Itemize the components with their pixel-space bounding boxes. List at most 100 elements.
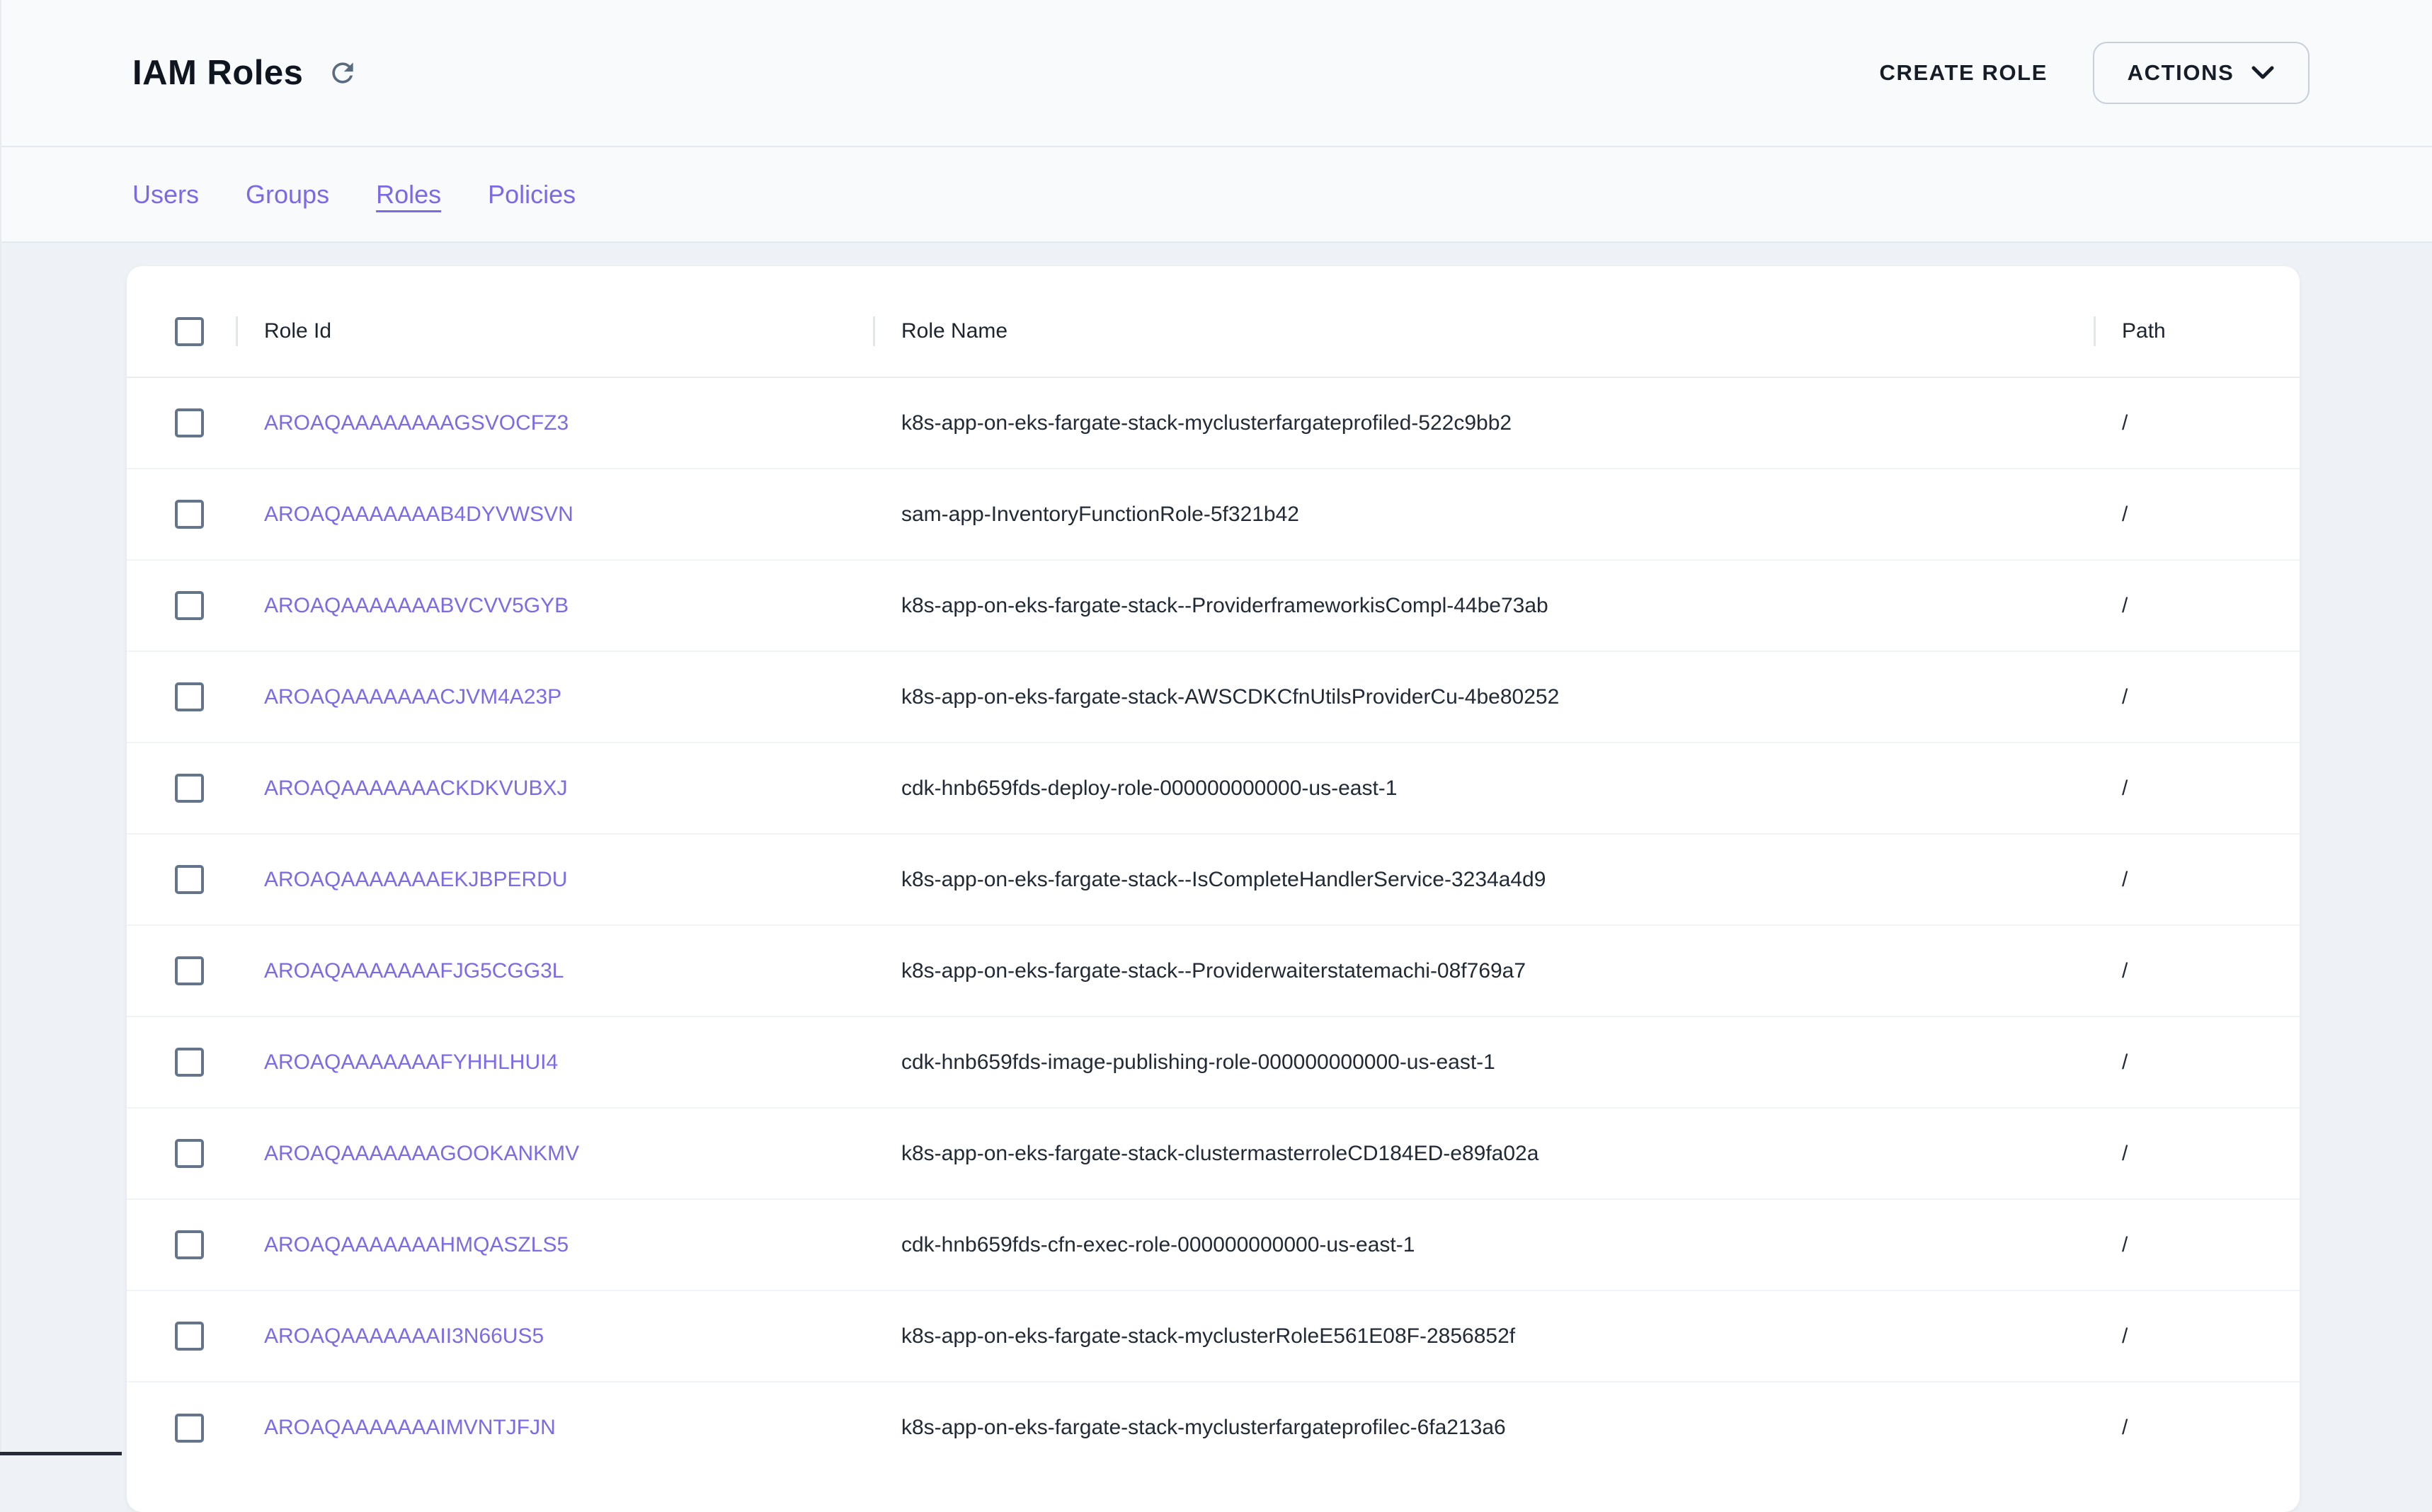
row-checkbox[interactable] (175, 500, 204, 529)
actions-button-label: ACTIONS (2128, 60, 2234, 86)
tab-users[interactable]: Users (132, 180, 199, 210)
select-all-cell (127, 286, 236, 377)
role-id-link[interactable]: AROAQAAAAAAAFYHHLHUI4 (264, 1050, 558, 1074)
role-name-cell: cdk-hnb659fds-image-publishing-role-0000… (873, 1016, 2094, 1108)
row-checkbox[interactable] (175, 865, 204, 894)
table-row: AROAQAAAAAAAGOOKANKMV k8s-app-on-eks-farg… (127, 1108, 2300, 1199)
row-checkbox[interactable] (175, 1139, 204, 1168)
page-title: IAM Roles (132, 53, 303, 93)
role-id-link[interactable]: AROAQAAAAAAAB4DYVWSVN (264, 503, 573, 526)
role-path-cell: / (2094, 1108, 2300, 1199)
column-header-role-name: Role Name (873, 286, 2094, 377)
role-path-cell: / (2094, 651, 2300, 743)
role-id-cell: AROAQAAAAAAACJVM4A23P (236, 651, 873, 743)
column-header-label: Role Id (264, 319, 331, 343)
column-header-path: Path (2094, 286, 2300, 377)
roles-table: Role Id Role Name Path AROAQAAAAAAAAGSVOCF… (127, 286, 2300, 1473)
role-id-link[interactable]: AROAQAAAAAAACKDKVUBXJ (264, 777, 567, 800)
role-path-cell: / (2094, 469, 2300, 560)
role-id-link[interactable]: AROAQAAAAAAAIMVNTJFJN (264, 1416, 556, 1439)
row-checkbox[interactable] (175, 774, 204, 803)
row-checkbox[interactable] (175, 591, 204, 620)
role-path-cell: / (2094, 1016, 2300, 1108)
role-id-link[interactable]: AROAQAAAAAAAEKJBPERDU (264, 868, 567, 891)
chevron-down-icon (2251, 65, 2275, 81)
tab-policies[interactable]: Policies (488, 180, 576, 210)
table-row: AROAQAAAAAAAII3N66US5 k8s-app-on-eks-farg… (127, 1290, 2300, 1382)
role-id-cell: AROAQAAAAAAAFYHHLHUI4 (236, 1016, 873, 1108)
role-id-link[interactable]: AROAQAAAAAAACJVM4A23P (264, 685, 561, 709)
role-id-cell: AROAQAAAAAAAAGSVOCFZ3 (236, 377, 873, 469)
page-header: IAM Roles CREATE ROLE ACTIONS (0, 0, 2432, 147)
role-id-cell: AROAQAAAAAAABVCVV5GYB (236, 560, 873, 651)
row-select-cell (127, 743, 236, 834)
row-select-cell (127, 469, 236, 560)
column-separator (236, 316, 238, 346)
table-row: AROAQAAAAAAAB4DYVWSVN sam-app-InventoryFu… (127, 469, 2300, 560)
role-id-cell: AROAQAAAAAAAIMVNTJFJN (236, 1382, 873, 1473)
table-row: AROAQAAAAAAAEKJBPERDU k8s-app-on-eks-farg… (127, 834, 2300, 925)
bottom-edge-fragment (0, 1452, 122, 1455)
table-row: AROAQAAAAAAAFJG5CGG3L k8s-app-on-eks-farg… (127, 925, 2300, 1016)
role-name-cell: k8s-app-on-eks-fargate-stack--IsComplete… (873, 834, 2094, 925)
refresh-button[interactable] (324, 55, 361, 91)
role-id-link[interactable]: AROAQAAAAAAAII3N66US5 (264, 1324, 544, 1348)
table-row: AROAQAAAAAAAAGSVOCFZ3k8s-app-on-eks-farg… (127, 377, 2300, 469)
table-row: AROAQAAAAAAAFYHHLHUI4 cdk-hnb659fds-image… (127, 1016, 2300, 1108)
select-all-checkbox[interactable] (175, 317, 204, 346)
actions-button[interactable]: ACTIONS (2093, 42, 2310, 104)
table-row: AROAQAAAAAAABVCVV5GYB k8s-app-on-eks-farg… (127, 560, 2300, 651)
role-name-cell: cdk-hnb659fds-deploy-role-000000000000-u… (873, 743, 2094, 834)
create-role-button[interactable]: CREATE ROLE (1880, 53, 2048, 93)
role-path-cell: / (2094, 560, 2300, 651)
row-select-cell (127, 651, 236, 743)
role-name-cell: k8s-app-on-eks-fargate-stack-myclusterRo… (873, 1290, 2094, 1382)
role-path-cell: / (2094, 377, 2300, 469)
row-checkbox[interactable] (175, 1322, 204, 1351)
role-name-cell: k8s-app-on-eks-fargate-stack-myclusterfa… (873, 1382, 2094, 1473)
table-row: AROAQAAAAAAACKDKVUBXJ cdk-hnb659fds-deplo… (127, 743, 2300, 834)
role-id-link[interactable]: AROAQAAAAAAABVCVV5GYB (264, 594, 569, 617)
role-name-cell: k8s-app-on-eks-fargate-stack--Providerwa… (873, 925, 2094, 1016)
role-path-cell: / (2094, 1199, 2300, 1290)
column-separator (873, 316, 875, 346)
role-name-cell: k8s-app-on-eks-fargate-stack--Providerfr… (873, 560, 2094, 651)
role-id-cell: AROAQAAAAAAAHMQASZLS5 (236, 1199, 873, 1290)
row-select-cell (127, 834, 236, 925)
row-select-cell (127, 1016, 236, 1108)
iam-section-tabs: Users Groups Roles Policies (0, 147, 2432, 243)
row-select-cell (127, 1290, 236, 1382)
roles-table-card: Role Id Role Name Path AROAQAAAAAAAAGSVOCF… (127, 266, 2300, 1512)
role-id-link[interactable]: AROAQAAAAAAAHMQASZLS5 (264, 1233, 569, 1256)
role-id-cell: AROAQAAAAAAAFJG5CGG3L (236, 925, 873, 1016)
row-checkbox[interactable] (175, 682, 204, 711)
role-name-cell: sam-app-InventoryFunctionRole-5f321b42 (873, 469, 2094, 560)
tab-roles[interactable]: Roles (376, 180, 441, 210)
role-name-cell: k8s-app-on-eks-fargate-stack-AWSCDKCfnUt… (873, 651, 2094, 743)
role-path-cell: / (2094, 925, 2300, 1016)
row-checkbox[interactable] (175, 1414, 204, 1443)
role-path-cell: / (2094, 743, 2300, 834)
role-name-cell: cdk-hnb659fds-cfn-exec-role-000000000000… (873, 1199, 2094, 1290)
row-select-cell (127, 1199, 236, 1290)
row-checkbox[interactable] (175, 1048, 204, 1077)
row-checkbox[interactable] (175, 408, 204, 437)
role-name-cell: k8s-app-on-eks-fargate-stack-clustermast… (873, 1108, 2094, 1199)
row-select-cell (127, 1108, 236, 1199)
role-id-cell: AROAQAAAAAAAEKJBPERDU (236, 834, 873, 925)
column-separator (2094, 316, 2096, 346)
row-checkbox[interactable] (175, 956, 204, 985)
table-row: AROAQAAAAAAAHMQASZLS5 cdk-hnb659fds-cfn-e… (127, 1199, 2300, 1290)
row-checkbox[interactable] (175, 1230, 204, 1259)
role-id-link[interactable]: AROAQAAAAAAAGOOKANKMV (264, 1142, 579, 1165)
row-select-cell (127, 925, 236, 1016)
role-id-cell: AROAQAAAAAAACKDKVUBXJ (236, 743, 873, 834)
role-id-link[interactable]: AROAQAAAAAAAFJG5CGG3L (264, 959, 564, 983)
role-id-cell: AROAQAAAAAAAII3N66US5 (236, 1290, 873, 1382)
row-select-cell (127, 377, 236, 469)
role-id-link[interactable]: AROAQAAAAAAAAGSVOCFZ3 (264, 411, 569, 435)
content-area: Role Id Role Name Path AROAQAAAAAAAAGSVOCF… (0, 243, 2432, 1453)
column-header-label: Path (2122, 319, 2166, 343)
tab-groups[interactable]: Groups (246, 180, 329, 210)
row-select-cell (127, 560, 236, 651)
